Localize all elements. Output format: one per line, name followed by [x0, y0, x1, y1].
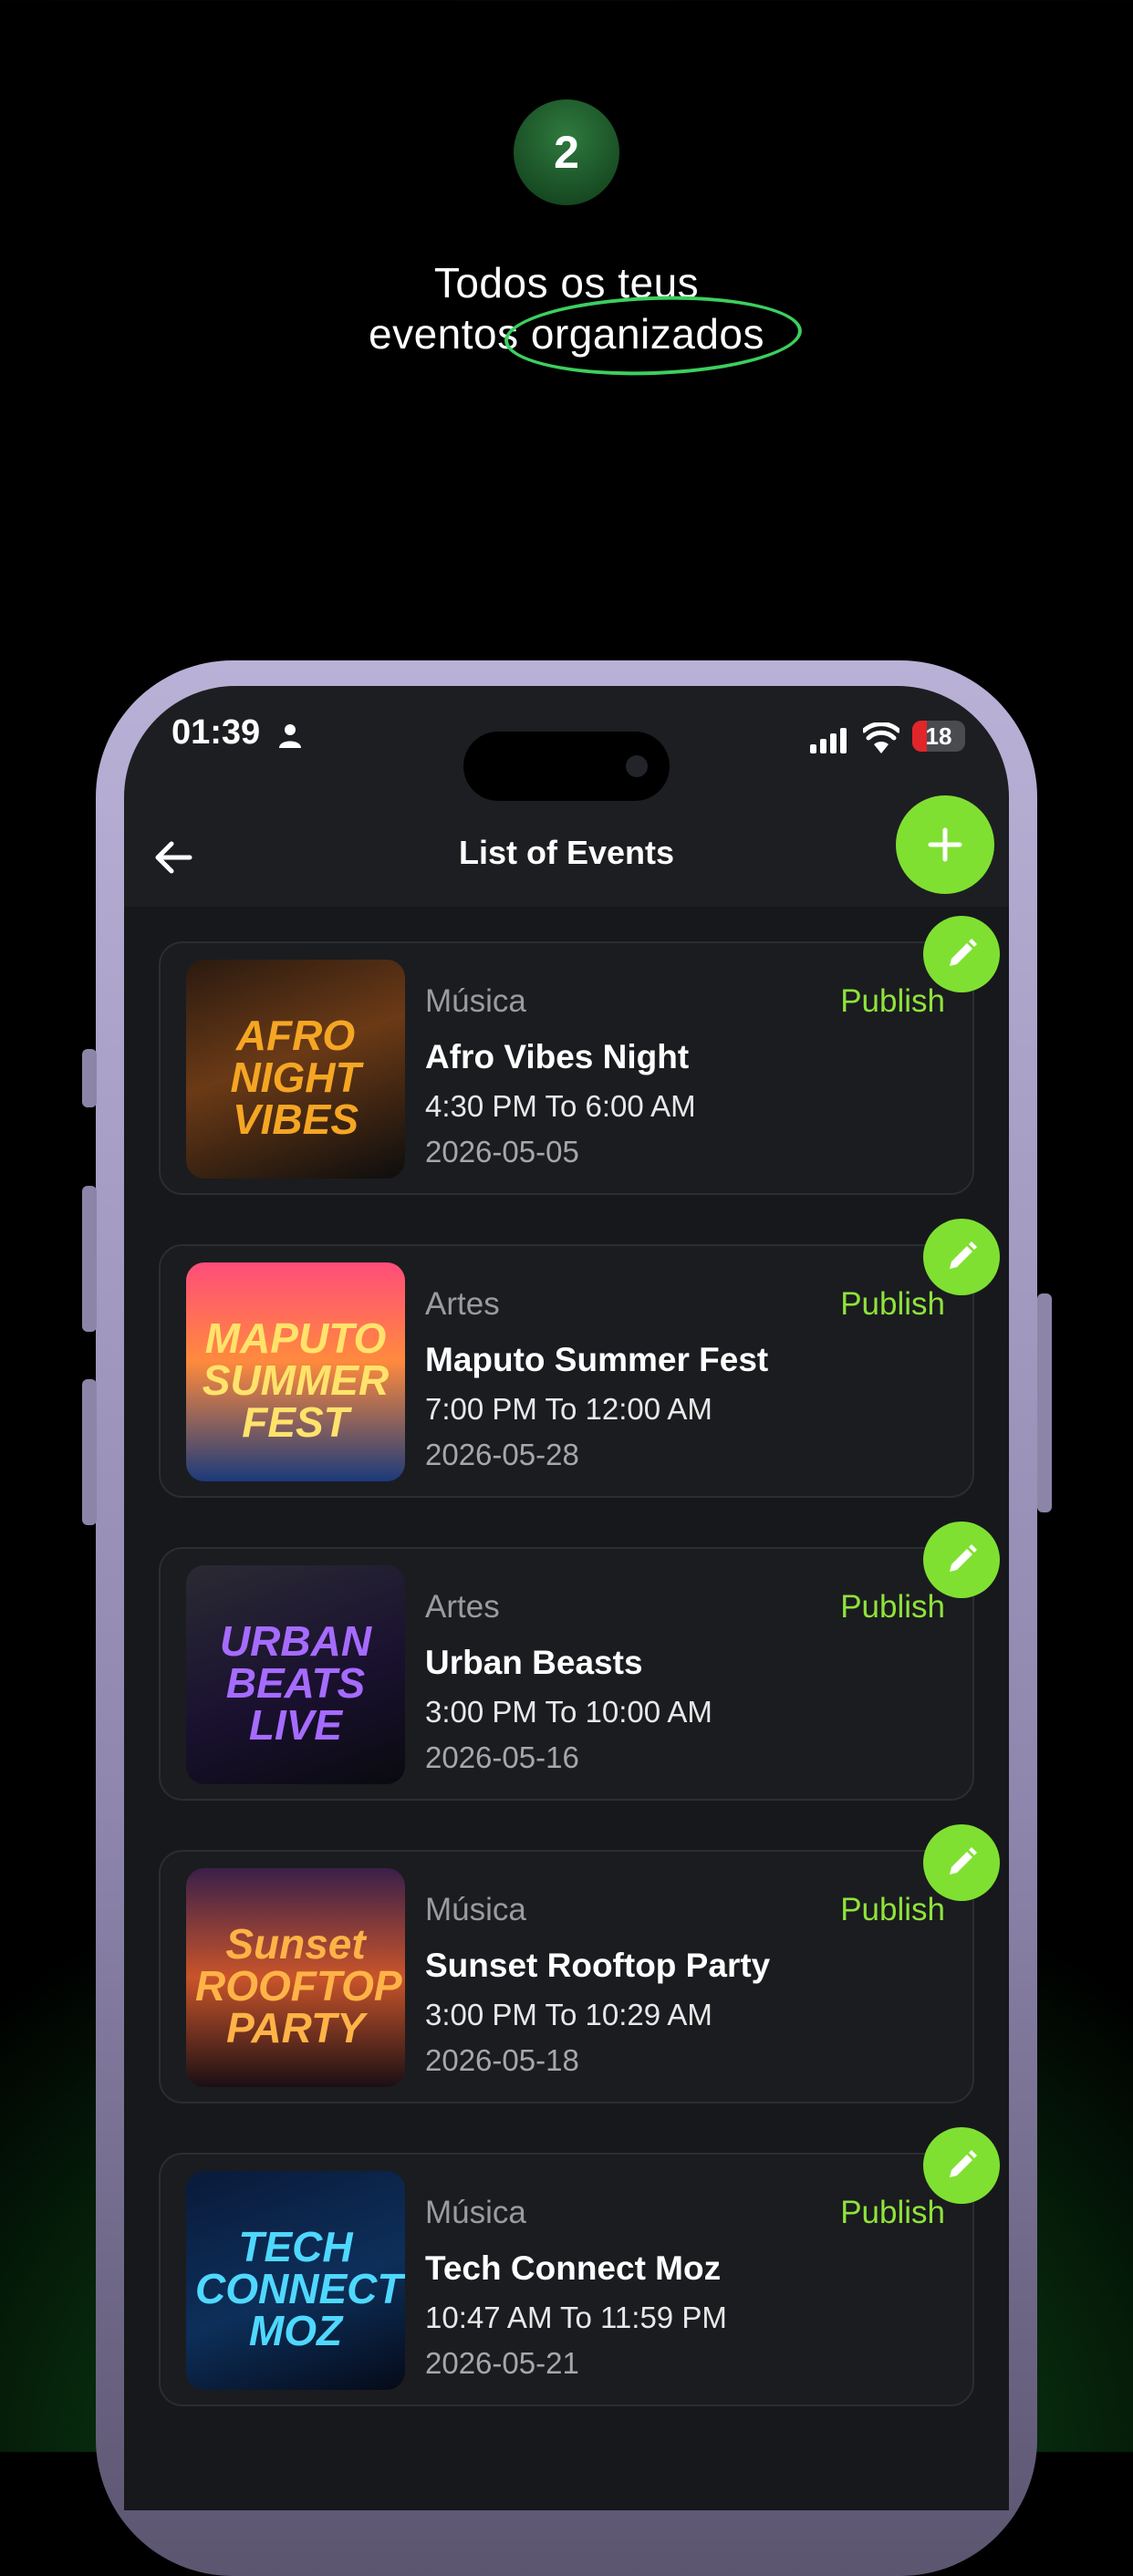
person-icon — [279, 724, 301, 748]
event-status: Publish — [840, 1286, 945, 1322]
event-name: Maputo Summer Fest — [425, 1341, 769, 1378]
add-event-button[interactable] — [896, 795, 994, 894]
event-status: Publish — [840, 983, 945, 1019]
event-date: 2026-05-18 — [425, 2043, 579, 2077]
event-card[interactable]: Sunset ROOFTOP PARTY Música Publish Suns… — [159, 1850, 974, 2103]
event-card[interactable]: TECH CONNECT MOZ Música Publish Tech Con… — [159, 2153, 974, 2406]
step-badge: 2 — [514, 99, 619, 205]
battery-icon: 18 — [912, 721, 965, 752]
event-date: 2026-05-21 — [425, 2346, 579, 2380]
event-card[interactable]: MAPUTO SUMMER FEST Artes Publish Maputo … — [159, 1244, 974, 1498]
event-category: Artes — [425, 1286, 500, 1322]
event-card[interactable]: URBAN BEATS LIVE Artes Publish Urban Bea… — [159, 1547, 974, 1801]
pencil-icon — [950, 939, 977, 966]
poster-title: MAPUTO SUMMER FEST — [202, 1314, 390, 1446]
event-time-range: 3:00 PM To 10:29 AM — [425, 1998, 712, 2031]
poster-title: Sunset ROOFTOP PARTY — [195, 1920, 402, 2051]
edit-button[interactable] — [923, 1522, 1000, 1598]
event-status: Publish — [840, 2195, 945, 2230]
event-poster: URBAN BEATS LIVE — [186, 1565, 405, 1784]
phone-screen: 01:39 18 List of Events AFRO NIGHT VIBES… — [124, 686, 1009, 2510]
pencil-icon — [950, 2150, 977, 2177]
event-poster: AFRO NIGHT VIBES — [186, 960, 405, 1179]
step-number: 2 — [554, 127, 579, 178]
event-date: 2026-05-05 — [425, 1135, 579, 1169]
pencil-icon — [950, 1544, 977, 1572]
poster-title: AFRO NIGHT VIBES — [230, 1012, 361, 1143]
event-name: Urban Beasts — [425, 1644, 643, 1681]
event-card[interactable]: AFRO NIGHT VIBES Música Publish Afro Vib… — [159, 941, 974, 1195]
app-bar: List of Events — [124, 805, 1009, 907]
pencil-icon — [950, 1241, 977, 1269]
status-bar: 01:39 18 — [124, 686, 1009, 805]
headline-line-1: Todos os teus — [433, 259, 700, 306]
camera-dot — [626, 755, 648, 777]
poster-title: URBAN BEATS LIVE — [219, 1617, 372, 1749]
phone-side-button — [82, 1379, 97, 1525]
event-category: Artes — [425, 1589, 500, 1625]
signal-icon — [810, 728, 847, 753]
event-poster: TECH CONNECT MOZ — [186, 2171, 405, 2390]
phone-side-button — [82, 1186, 97, 1332]
dynamic-island — [463, 732, 670, 801]
edit-button[interactable] — [923, 1824, 1000, 1901]
battery-percentage: 18 — [925, 722, 952, 750]
event-status: Publish — [840, 1892, 945, 1927]
event-name: Tech Connect Moz — [425, 2249, 722, 2287]
event-category: Música — [425, 1892, 526, 1927]
event-time-range: 3:00 PM To 10:00 AM — [425, 1695, 712, 1729]
event-time-range: 10:47 AM To 11:59 PM — [425, 2301, 727, 2334]
event-name: Sunset Rooftop Party — [425, 1947, 771, 1984]
edit-button[interactable] — [923, 916, 1000, 992]
event-time-range: 7:00 PM To 12:00 AM — [425, 1392, 712, 1426]
event-poster: MAPUTO SUMMER FEST — [186, 1262, 405, 1481]
wifi-icon — [863, 722, 899, 753]
event-date: 2026-05-16 — [425, 1740, 579, 1774]
plus-icon — [928, 827, 962, 862]
event-list: AFRO NIGHT VIBES Música Publish Afro Vib… — [124, 907, 1009, 2510]
page-title: List of Events — [458, 834, 675, 871]
phone-side-button — [82, 1049, 97, 1107]
phone-side-button — [1037, 1293, 1052, 1512]
status-time: 01:39 — [172, 713, 261, 752]
event-category: Música — [425, 2195, 526, 2230]
event-category: Música — [425, 983, 526, 1019]
pencil-icon — [950, 1847, 977, 1875]
event-poster: Sunset ROOFTOP PARTY — [186, 1868, 405, 2087]
edit-button[interactable] — [923, 1219, 1000, 1295]
event-status: Publish — [840, 1589, 945, 1625]
poster-title: TECH CONNECT MOZ — [195, 2223, 403, 2354]
event-date: 2026-05-28 — [425, 1438, 579, 1471]
edit-button[interactable] — [923, 2127, 1000, 2204]
event-name: Afro Vibes Night — [425, 1038, 690, 1075]
event-time-range: 4:30 PM To 6:00 AM — [425, 1089, 696, 1123]
